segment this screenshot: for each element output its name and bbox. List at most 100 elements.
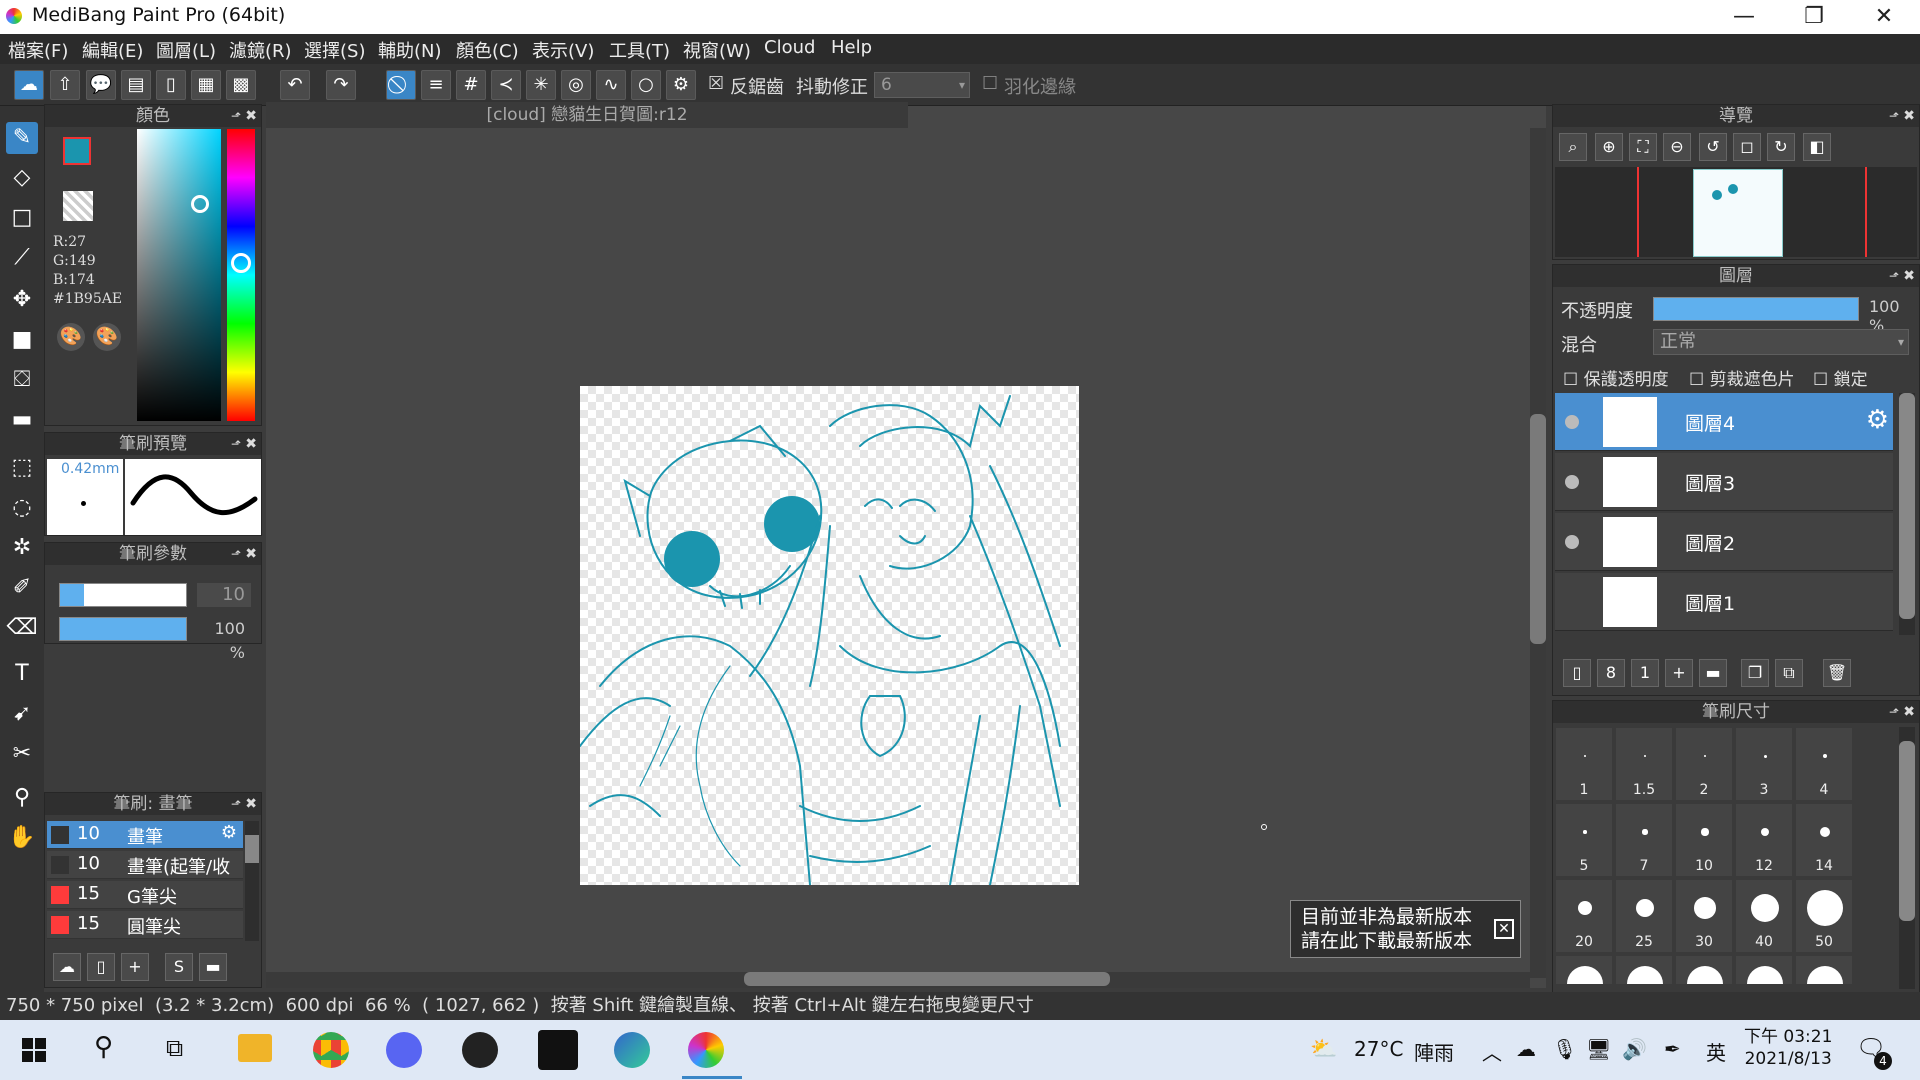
foreground-color-swatch[interactable] — [63, 137, 91, 165]
undock-icon[interactable]: ⬏ — [231, 543, 241, 565]
menu-select[interactable]: 選擇(S) — [304, 37, 365, 63]
undock-icon[interactable]: ⬏ — [1889, 105, 1899, 127]
scroll-thumb[interactable] — [1530, 414, 1546, 644]
checkbox-icon[interactable]: ☐ — [1689, 370, 1710, 390]
zoom-icon[interactable]: ⌕ — [1559, 133, 1587, 161]
dot-pen-tool-icon[interactable]: ⟋ — [6, 242, 38, 274]
vertical-scrollbar[interactable] — [1530, 128, 1546, 978]
brush-size-scrollbar[interactable] — [1899, 727, 1915, 989]
navigator-preview[interactable] — [1555, 167, 1917, 257]
undock-icon[interactable]: ⬏ — [231, 105, 241, 127]
hue-slider[interactable] — [227, 129, 255, 421]
weather-icon[interactable]: ⛅ — [1310, 1037, 1337, 1062]
flip-icon[interactable]: ◧ — [1803, 133, 1831, 161]
menu-layer[interactable]: 圖層(L) — [156, 37, 216, 63]
close-panel-icon[interactable]: ✖ — [245, 105, 257, 127]
brush-item[interactable]: 15 G筆尖 — [47, 881, 243, 909]
brush-size-cell[interactable] — [1735, 955, 1793, 985]
menu-help[interactable]: Help — [831, 37, 872, 58]
gear-icon[interactable]: ⚙ — [221, 822, 237, 843]
cloud-icon[interactable]: ☁ — [14, 70, 44, 100]
rotate-right-icon[interactable]: ↻ — [1767, 133, 1795, 161]
layout-icon[interactable]: ▦ — [191, 70, 221, 100]
menu-color[interactable]: 顏色(C) — [456, 37, 519, 63]
lock-option[interactable]: ☐ 鎖定 — [1813, 365, 1868, 390]
scroll-thumb[interactable] — [1899, 741, 1915, 921]
brush-size-cell[interactable] — [1615, 955, 1673, 985]
undock-icon[interactable]: ⬏ — [231, 433, 241, 455]
new-8bit-layer-icon[interactable]: 8 — [1597, 659, 1625, 687]
minimize-button[interactable]: — — [1716, 0, 1772, 34]
visibility-icon[interactable] — [1565, 475, 1579, 489]
menu-filter[interactable]: 濾鏡(R) — [229, 37, 292, 63]
gradient-tool-icon[interactable]: ▬ — [6, 404, 38, 436]
brush-list-scrollbar[interactable] — [245, 821, 259, 941]
zoom-out-icon[interactable]: ⊖ — [1663, 133, 1691, 161]
microphone-icon[interactable]: 🎙 — [1552, 1037, 1577, 1061]
brush-size-cell[interactable]: 2 — [1675, 727, 1733, 801]
close-panel-icon[interactable]: ✖ — [245, 793, 257, 815]
operation-tool-icon[interactable]: ➹ — [6, 698, 38, 730]
brush-size-cell[interactable]: 5 — [1555, 803, 1613, 877]
app-icon[interactable] — [538, 1030, 578, 1070]
add-brush-icon[interactable]: + — [121, 953, 149, 981]
brush-size-cell[interactable]: 30 — [1675, 879, 1733, 953]
visibility-icon[interactable] — [1565, 535, 1579, 549]
clipping-option[interactable]: ☐ 剪裁遮色片 — [1689, 365, 1795, 390]
rectangle-tool-icon[interactable]: □ — [6, 202, 38, 234]
select-eraser-tool-icon[interactable]: ⌫ — [6, 612, 38, 644]
edge-icon[interactable] — [614, 1032, 650, 1068]
brush-size-slider[interactable] — [59, 583, 187, 607]
upload-icon[interactable]: ⇧ — [50, 70, 80, 100]
network-icon[interactable]: 🖥 — [1586, 1037, 1611, 1061]
stabilizer-select[interactable]: 6 ▾ — [874, 72, 970, 98]
brush-tool-icon[interactable]: ✎ — [6, 122, 38, 154]
sv-cursor[interactable] — [191, 195, 209, 213]
palette-edit-icon[interactable]: 🎨 — [93, 323, 121, 351]
menu-edit[interactable]: 編輯(E) — [82, 37, 143, 63]
pen-icon[interactable]: ✒ — [1664, 1037, 1681, 1061]
new-brush-icon[interactable]: ▯ — [87, 953, 115, 981]
select-pen-tool-icon[interactable]: ✐ — [6, 572, 38, 604]
select-rect-tool-icon[interactable]: ⬚ — [6, 452, 38, 484]
undock-icon[interactable]: ⬏ — [1889, 265, 1899, 287]
new-layer-icon[interactable]: ▯ — [1563, 659, 1591, 687]
settings-icon[interactable]: ⚙ — [666, 70, 696, 100]
eraser-tool-icon[interactable]: ◇ — [6, 162, 38, 194]
brush-size-cell[interactable]: 1 — [1555, 727, 1613, 801]
brush-size-cell[interactable]: 7 — [1615, 803, 1673, 877]
fit-icon[interactable]: ⛶ — [1629, 133, 1657, 161]
magic-wand-tool-icon[interactable]: ✲ — [6, 532, 38, 564]
transparent-color-swatch[interactable] — [63, 191, 93, 221]
redo-icon[interactable]: ↷ — [326, 70, 356, 100]
hand-tool-icon[interactable]: ✋ — [6, 822, 38, 854]
palette-icon[interactable]: 🎨 — [57, 323, 85, 351]
new-1bit-layer-icon[interactable]: 1 — [1631, 659, 1659, 687]
divide-tool-icon[interactable]: ✂ — [6, 738, 38, 770]
chevron-up-icon[interactable]: ︿ — [1482, 1037, 1502, 1066]
panel-icon[interactable]: ▤ — [121, 70, 151, 100]
hue-cursor[interactable] — [231, 253, 251, 273]
undo-icon[interactable]: ↶ — [280, 70, 310, 100]
brush-size-cell[interactable] — [1795, 955, 1853, 985]
brush-size-cell[interactable]: 50 — [1795, 879, 1853, 953]
delete-layer-icon[interactable]: 🗑 — [1823, 659, 1851, 687]
layer-opacity-slider[interactable] — [1653, 297, 1859, 321]
brush-item[interactable]: 10 畫筆 ⚙ — [47, 821, 243, 849]
circle-snap-icon[interactable]: ○ — [631, 70, 661, 100]
restore-button[interactable]: ❐ — [1786, 0, 1842, 34]
parallel-snap-icon[interactable]: ≡ — [421, 70, 451, 100]
undock-icon[interactable]: ⬏ — [231, 793, 241, 815]
brush-size-cell[interactable] — [1675, 955, 1733, 985]
scroll-thumb[interactable] — [744, 972, 1110, 986]
add-layer-menu-icon[interactable]: + — [1665, 659, 1693, 687]
update-notice[interactable]: 目前並非為最新版本 請在此下載最新版本 ✕ — [1290, 900, 1521, 958]
visibility-icon[interactable] — [1565, 415, 1579, 429]
layer-row[interactable]: 圖層4 ⚙ — [1555, 393, 1893, 451]
scroll-thumb[interactable] — [1899, 393, 1915, 619]
brush-size-cell[interactable]: 25 — [1615, 879, 1673, 953]
close-button[interactable]: ✕ — [1856, 0, 1912, 34]
duplicate-layer-icon[interactable]: ❐ — [1741, 659, 1769, 687]
drawing-canvas[interactable] — [580, 386, 1079, 885]
protect-alpha-option[interactable]: ☐ 保護透明度 — [1563, 365, 1669, 390]
